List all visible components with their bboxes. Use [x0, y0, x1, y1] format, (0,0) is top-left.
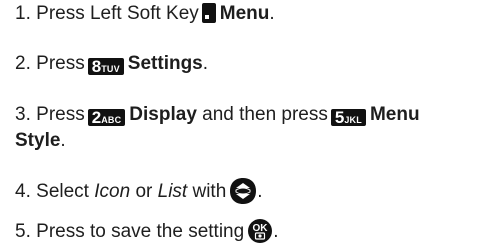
step-number: 5. [15, 221, 31, 242]
step-end: . [202, 53, 209, 74]
step-end: . [269, 3, 275, 24]
left-softkey-icon [201, 3, 216, 23]
step-text: Press to save the setting [36, 221, 245, 242]
step-2: 2. Press 8TUV Settings. [15, 51, 208, 77]
step-middle-text: and then press [202, 104, 328, 125]
step-1: 1. Press Left Soft Key Menu. [15, 1, 275, 27]
step-3: 3. Press 2ABC Display and then press 5JKL Me… [15, 102, 500, 154]
step-5: 5. Press to save the setting OK . [15, 218, 278, 252]
menu-label: Menu [219, 3, 270, 24]
key-5-jkl-icon: 5JKL [330, 109, 366, 126]
key-8-tuv-icon: 8TUV [87, 58, 124, 75]
step-end: . [60, 130, 66, 151]
navigation-key-icon [229, 177, 257, 213]
instruction-steps: 1. Press Left Soft Key Menu. 2. Press 8TUV… [0, 0, 504, 243]
step-text: Select [36, 181, 89, 202]
step-number: 4. [15, 181, 31, 202]
step-number: 3. [15, 104, 31, 125]
step-end: . [257, 181, 263, 202]
key-2-abc-icon: 2ABC [87, 109, 126, 126]
step-end: . [273, 221, 279, 242]
step-number: 2. [15, 53, 31, 74]
settings-label: Settings [127, 53, 203, 74]
step-4: 4. Select Icon or List with . [15, 177, 263, 213]
ok-key-icon: OK [247, 218, 273, 252]
icon-option: Icon [94, 181, 131, 202]
step-number: 1. [15, 3, 31, 24]
ok-key-label: OK [253, 223, 269, 234]
step-text: Press Left Soft Key [36, 3, 199, 24]
step-text: Press [36, 104, 85, 125]
with-text: with [192, 181, 227, 202]
display-label: Display [129, 104, 197, 125]
list-option: List [157, 181, 188, 202]
step-text: Press [36, 53, 85, 74]
or-text: or [135, 181, 153, 202]
